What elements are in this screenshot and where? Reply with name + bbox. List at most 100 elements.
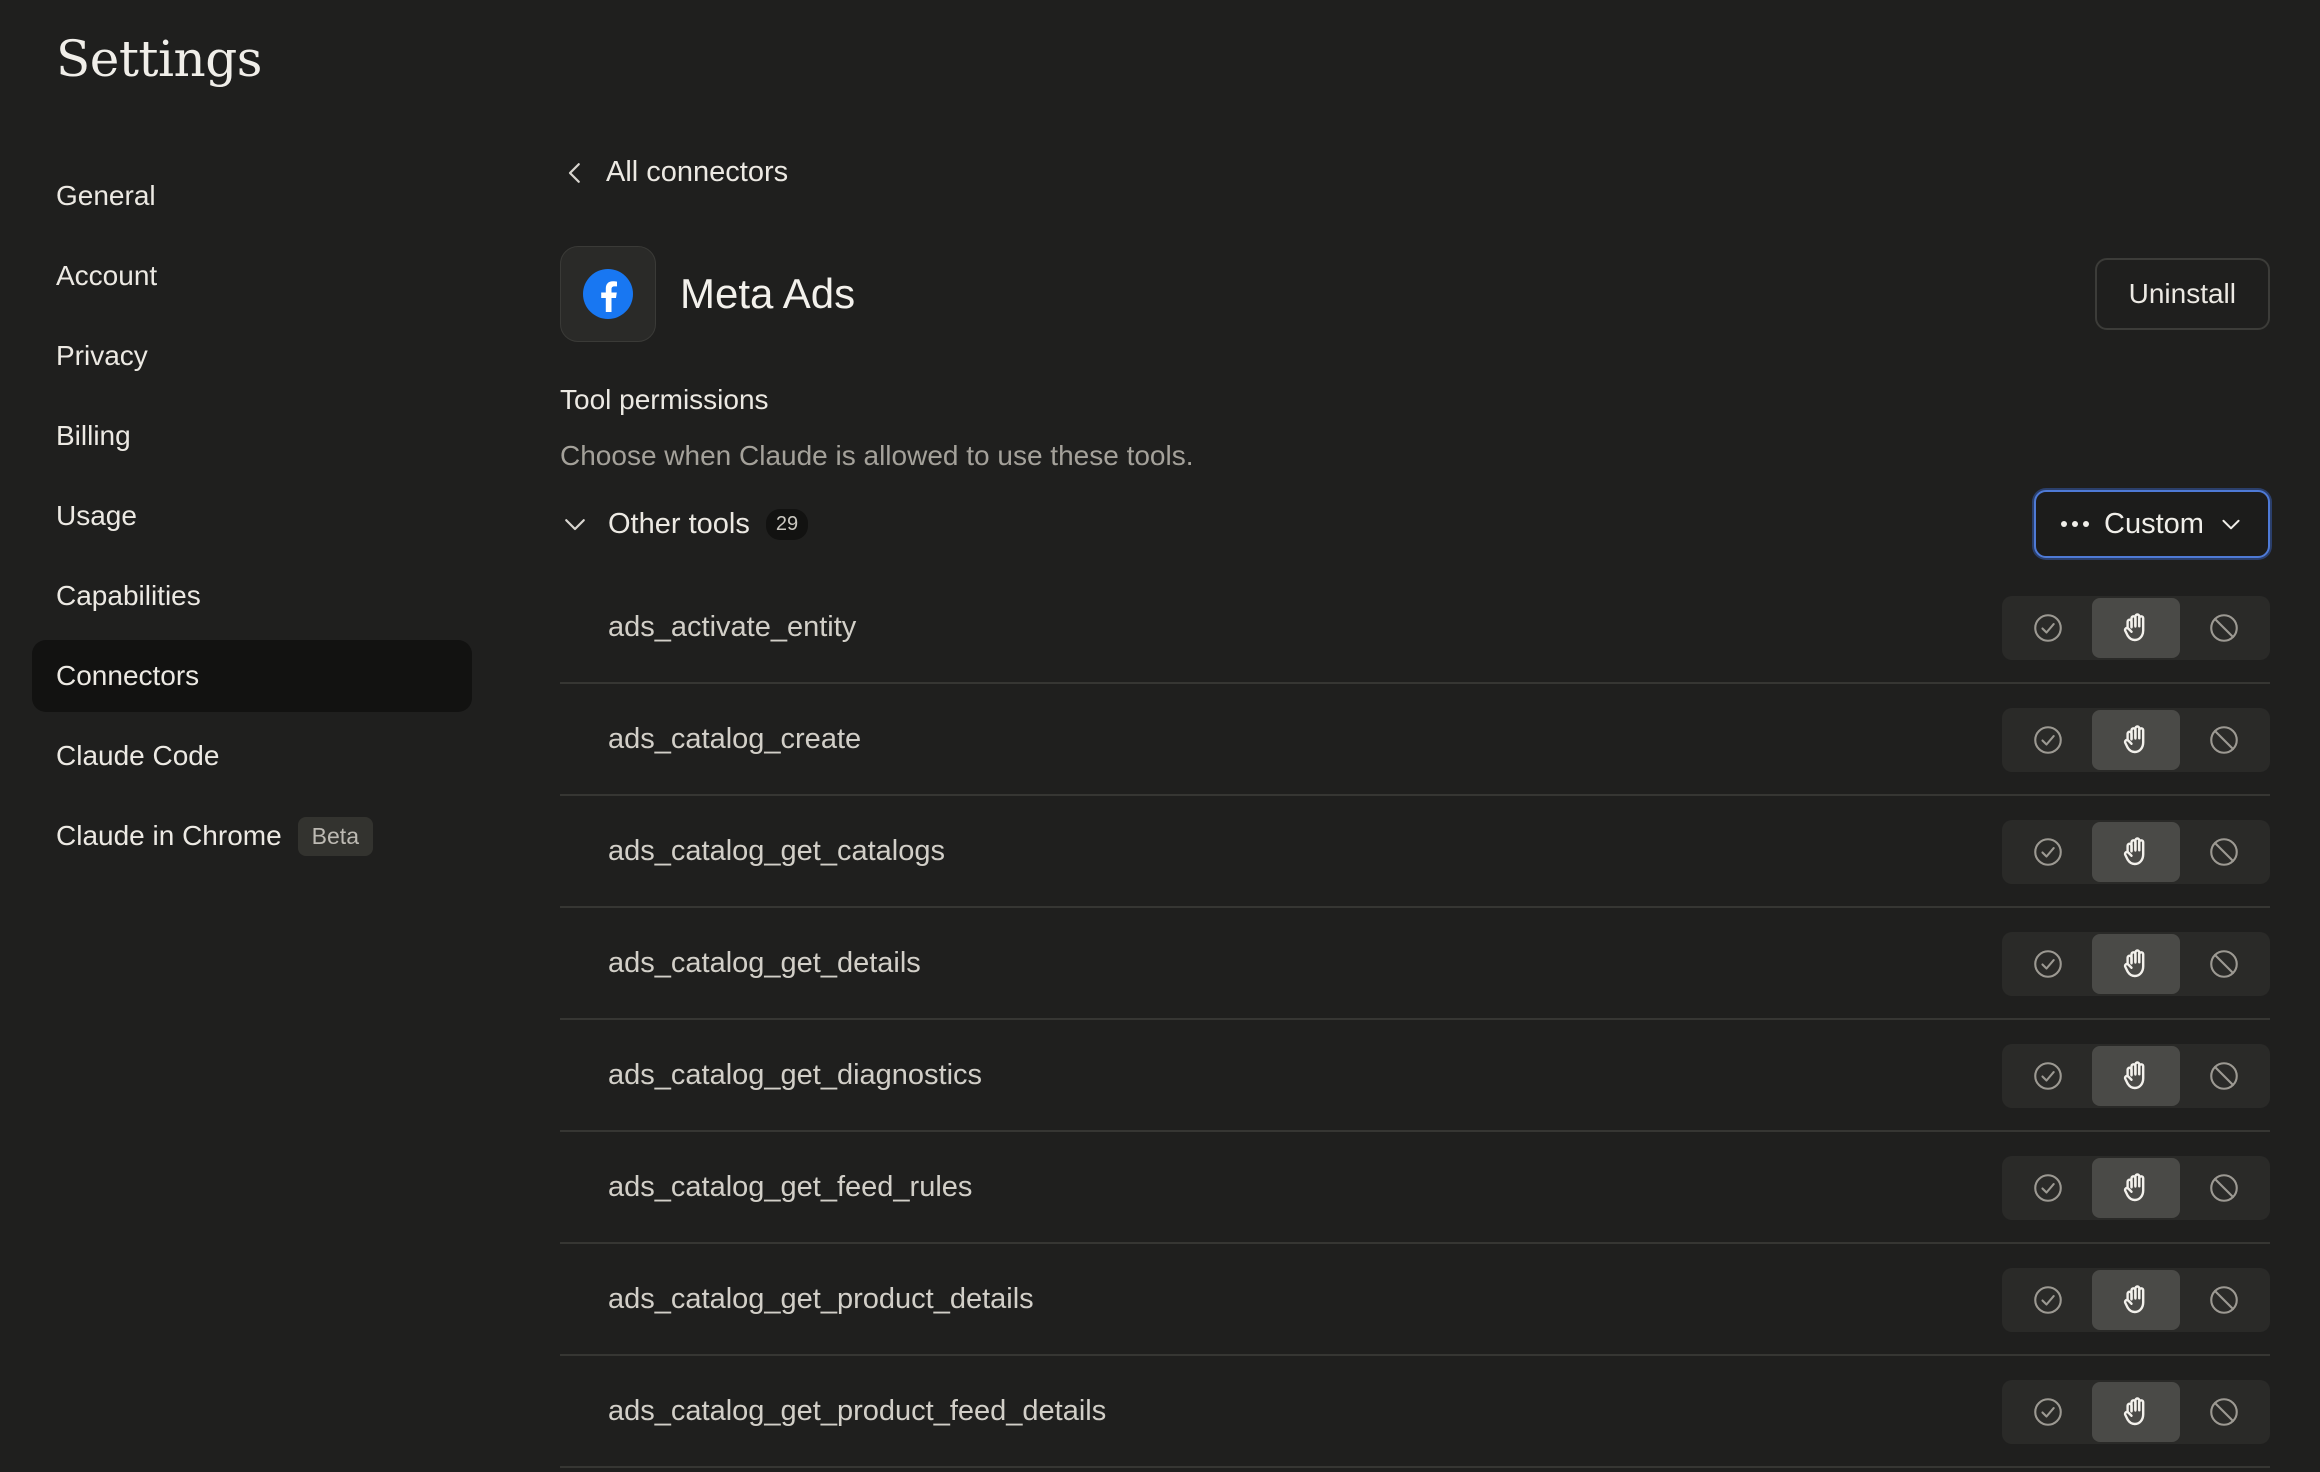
table-row: ads_catalog_get_details xyxy=(560,908,2270,1020)
hand-icon xyxy=(2123,1061,2145,1090)
block-button[interactable] xyxy=(2180,1270,2268,1330)
hand-icon xyxy=(2123,1285,2145,1314)
tool-name: ads_catalog_get_feed_rules xyxy=(608,1170,973,1203)
connector-logo xyxy=(560,246,656,342)
permission-mode-dropdown[interactable]: Custom xyxy=(2034,490,2270,558)
tool-group-header: Other tools 29 Custom xyxy=(560,490,2270,558)
permission-toggle-group xyxy=(2002,1044,2270,1108)
sidebar-item-label: Claude Code xyxy=(56,740,220,771)
allow-always-button[interactable] xyxy=(2004,1270,2092,1330)
check-circle-icon xyxy=(2034,1062,2062,1090)
table-row: ads_catalog_get_feed_rules xyxy=(560,1132,2270,1244)
needs-approval-button[interactable] xyxy=(2092,822,2180,882)
block-icon xyxy=(2210,838,2238,866)
sidebar-item-billing[interactable]: Billing xyxy=(32,400,472,472)
tool-name: ads_activate_entity xyxy=(608,610,857,643)
allow-always-button[interactable] xyxy=(2004,710,2092,770)
tool-permissions-description: Choose when Claude is allowed to use the… xyxy=(560,440,1194,471)
block-button[interactable] xyxy=(2180,1382,2268,1442)
sidebar-item-privacy[interactable]: Privacy xyxy=(32,320,472,392)
sidebar-item-claude-code[interactable]: Claude Code xyxy=(32,720,472,792)
permission-toggle-group xyxy=(2002,1156,2270,1220)
permission-toggle-group xyxy=(2002,708,2270,772)
more-dots-icon xyxy=(2061,521,2090,527)
table-row: ads_catalog_get_product_feed_details xyxy=(560,1356,2270,1468)
permission-toggle-group xyxy=(2002,932,2270,996)
hand-icon xyxy=(2123,1173,2145,1202)
allow-always-button[interactable] xyxy=(2004,1046,2092,1106)
block-button[interactable] xyxy=(2180,710,2268,770)
block-icon xyxy=(2210,614,2238,642)
allow-always-button[interactable] xyxy=(2004,822,2092,882)
permission-toggle-group xyxy=(2002,1380,2270,1444)
chevron-left-icon xyxy=(568,162,580,183)
permission-toggle-group xyxy=(2002,1268,2270,1332)
needs-approval-button[interactable] xyxy=(2092,934,2180,994)
needs-approval-button[interactable] xyxy=(2092,1270,2180,1330)
needs-approval-button[interactable] xyxy=(2092,710,2180,770)
check-circle-icon xyxy=(2034,1398,2062,1426)
breadcrumb-label: All connectors xyxy=(606,156,789,188)
hand-icon xyxy=(2123,725,2145,754)
tool-group-toggle[interactable]: Other tools 29 xyxy=(560,507,809,541)
sidebar-item-account[interactable]: Account xyxy=(32,240,472,312)
sidebar-item-label: Privacy xyxy=(56,340,148,371)
table-row: ads_catalog_get_catalogs xyxy=(560,796,2270,908)
sidebar-item-usage[interactable]: Usage xyxy=(32,480,472,552)
sidebar-item-claude-in-chrome[interactable]: Claude in Chrome Beta xyxy=(32,800,472,872)
chevron-down-icon xyxy=(565,519,585,531)
check-circle-icon xyxy=(2034,838,2062,866)
check-circle-icon xyxy=(2034,1174,2062,1202)
table-row: ads_catalog_get_product_details xyxy=(560,1244,2270,1356)
uninstall-button[interactable]: Uninstall xyxy=(2094,258,2270,330)
block-icon xyxy=(2210,950,2238,978)
sidebar-item-label: Connectors xyxy=(56,660,200,691)
tool-group-label: Other tools xyxy=(608,507,750,540)
connector-header: Meta Ads Uninstall xyxy=(560,246,2270,342)
needs-approval-button[interactable] xyxy=(2092,1382,2180,1442)
sidebar-item-label: Capabilities xyxy=(56,580,201,611)
permission-toggle-group xyxy=(2002,596,2270,660)
tool-list: ads_activate_entity ads_catalog_create a… xyxy=(560,572,2270,1468)
sidebar-item-label: General xyxy=(56,180,156,211)
block-icon xyxy=(2210,726,2238,754)
permission-mode-label: Custom xyxy=(2104,507,2204,540)
hand-icon xyxy=(2123,837,2145,866)
block-icon xyxy=(2210,1398,2238,1426)
sidebar-item-connectors[interactable]: Connectors xyxy=(32,640,472,712)
block-button[interactable] xyxy=(2180,1046,2268,1106)
block-button[interactable] xyxy=(2180,934,2268,994)
check-circle-icon xyxy=(2034,1286,2062,1314)
tool-name: ads_catalog_get_product_details xyxy=(608,1282,1034,1315)
sidebar-item-capabilities[interactable]: Capabilities xyxy=(32,560,472,632)
needs-approval-button[interactable] xyxy=(2092,1046,2180,1106)
table-row: ads_catalog_create xyxy=(560,684,2270,796)
sidebar-item-label: Account xyxy=(56,260,158,291)
sidebar-item-label: Usage xyxy=(56,500,137,531)
back-to-all-connectors[interactable]: All connectors xyxy=(560,156,788,189)
sidebar-item-general[interactable]: General xyxy=(32,160,472,232)
needs-approval-button[interactable] xyxy=(2092,598,2180,658)
block-button[interactable] xyxy=(2180,822,2268,882)
tool-permissions-title: Tool permissions xyxy=(560,384,769,415)
app-title: Settings xyxy=(56,30,262,88)
block-button[interactable] xyxy=(2180,1158,2268,1218)
check-circle-icon xyxy=(2034,614,2062,642)
block-icon xyxy=(2210,1286,2238,1314)
tool-name: ads_catalog_get_product_feed_details xyxy=(608,1394,1107,1427)
hand-icon xyxy=(2123,949,2145,978)
check-circle-icon xyxy=(2034,950,2062,978)
connector-name: Meta Ads xyxy=(680,270,856,317)
allow-always-button[interactable] xyxy=(2004,1158,2092,1218)
sidebar-item-label: Claude in Chrome xyxy=(56,820,282,851)
allow-always-button[interactable] xyxy=(2004,598,2092,658)
block-button[interactable] xyxy=(2180,598,2268,658)
allow-always-button[interactable] xyxy=(2004,934,2092,994)
tool-name: ads_catalog_get_catalogs xyxy=(608,834,945,867)
chevron-down-icon xyxy=(2222,519,2240,530)
table-row: ads_catalog_get_diagnostics xyxy=(560,1020,2270,1132)
allow-always-button[interactable] xyxy=(2004,1382,2092,1442)
block-icon xyxy=(2210,1174,2238,1202)
needs-approval-button[interactable] xyxy=(2092,1158,2180,1218)
tool-count-badge: 29 xyxy=(765,508,809,540)
